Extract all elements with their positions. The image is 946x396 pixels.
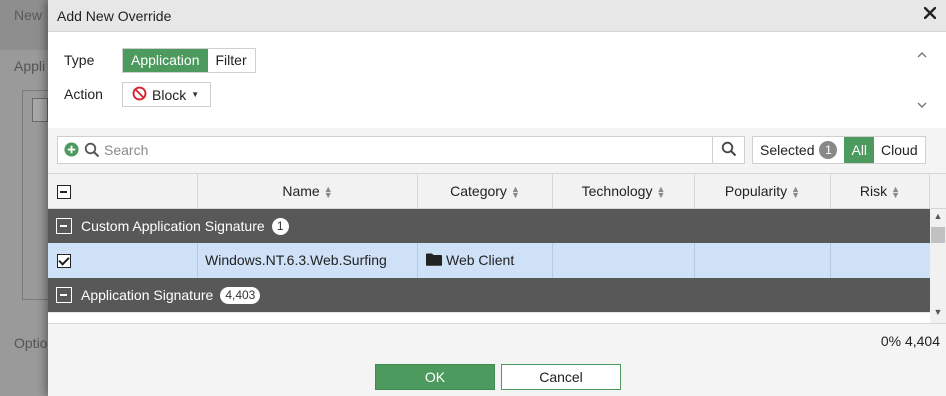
dialog-title: Add New Override — [57, 8, 172, 24]
collapse-icon[interactable] — [56, 218, 72, 234]
column-risk-label: Risk — [859, 183, 888, 199]
caret-down-icon: ▼ — [191, 90, 200, 99]
cell-risk — [831, 243, 930, 278]
action-dropdown[interactable]: Block ▼ — [122, 82, 211, 107]
sort-icon: ▲ ▼ — [323, 184, 333, 201]
dialog-header: Add New Override — [48, 0, 946, 32]
folder-icon — [426, 244, 442, 279]
application-grid: Name ▲ ▼ Category ▲ ▼ Technology ▲ ▼ Popularit… — [48, 173, 946, 323]
sort-icon: ▲ ▼ — [656, 184, 666, 201]
add-override-dialog: Add New Override Type Application Filter… — [48, 0, 946, 396]
background-section-label: Appli — [14, 58, 46, 74]
column-category-label: Category — [450, 183, 507, 199]
select-all-checkbox[interactable] — [57, 185, 71, 200]
cell-category: Web Client — [418, 243, 553, 278]
column-header-technology[interactable]: Technology ▲ ▼ — [553, 174, 695, 209]
collapse-icon[interactable] — [56, 287, 72, 303]
background-options-label: Optio — [14, 335, 48, 351]
add-circle-icon[interactable] — [64, 142, 79, 160]
pager-status: 0% 4,404 — [880, 333, 940, 349]
type-option-application[interactable]: Application — [123, 49, 208, 72]
search-icon — [721, 141, 737, 160]
sort-icon: ▲ ▼ — [510, 184, 520, 201]
search-box — [57, 136, 745, 164]
scroll-up-icon[interactable]: ▲ — [930, 211, 946, 225]
row-checkbox[interactable] — [57, 254, 71, 269]
selection-filter: Selected 1 All Cloud — [752, 136, 926, 164]
column-popularity-label: Popularity — [724, 183, 788, 199]
action-value: Block — [152, 86, 187, 103]
group-label: Custom Application Signature — [81, 218, 265, 234]
block-icon — [132, 86, 147, 104]
group-row-custom[interactable]: Custom Application Signature 1 — [48, 209, 930, 243]
table-row[interactable]: Windows.NT.6.3.Web.Surfing Web Client — [48, 243, 930, 278]
cell-technology — [553, 243, 695, 278]
filter-selected[interactable]: Selected 1 — [753, 137, 844, 163]
vertical-scrollbar[interactable]: ▲ ▼ — [930, 209, 946, 323]
group-count-badge: 1 — [271, 217, 289, 235]
column-header-name[interactable]: Name ▲ ▼ — [198, 174, 418, 209]
column-header-category[interactable]: Category ▲ ▼ — [418, 174, 553, 209]
filter-selected-label: Selected — [760, 142, 815, 158]
filter-all[interactable]: All — [844, 137, 875, 163]
dialog-footer: 0% 4,404 OK Cancel — [48, 323, 946, 396]
search-input[interactable] — [104, 140, 704, 160]
header-scroll-spacer — [930, 174, 946, 209]
override-form: Type Application Filter Action Block ▼ — [48, 32, 946, 128]
filter-cloud[interactable]: Cloud — [874, 137, 925, 163]
search-icon — [84, 142, 100, 161]
table-row-partial — [48, 312, 930, 323]
column-header-risk[interactable]: Risk ▲ ▼ — [831, 174, 930, 209]
background-add-button — [32, 98, 48, 122]
group-row-application[interactable]: Application Signature 4,403 — [48, 278, 930, 312]
ok-button[interactable]: OK — [375, 364, 495, 390]
chevron-down-icon[interactable] — [916, 98, 930, 112]
column-technology-label: Technology — [581, 183, 653, 199]
cell-popularity — [695, 243, 831, 278]
select-all-checkbox-cell[interactable] — [48, 174, 198, 209]
cell-name: Windows.NT.6.3.Web.Surfing — [198, 243, 418, 278]
sort-icon: ▲ ▼ — [891, 184, 901, 201]
search-toolbar: Selected 1 All Cloud — [48, 128, 946, 173]
type-toggle: Application Filter — [122, 48, 256, 73]
group-label: Application Signature — [81, 287, 214, 303]
group-count-badge: 4,403 — [220, 286, 261, 304]
scroll-down-icon[interactable]: ▼ — [930, 307, 946, 321]
background-title: New — [14, 7, 43, 23]
cell-category-label: Web Client — [446, 252, 515, 268]
close-icon[interactable] — [923, 6, 937, 24]
column-name-label: Name — [282, 183, 320, 199]
type-option-filter[interactable]: Filter — [208, 49, 255, 72]
search-button[interactable] — [712, 136, 745, 164]
scrollbar-thumb[interactable] — [931, 227, 945, 243]
row-checkbox-cell[interactable] — [48, 243, 198, 278]
action-label: Action — [64, 86, 103, 102]
cancel-button[interactable]: Cancel — [501, 364, 621, 390]
chevron-up-icon[interactable] — [916, 48, 930, 62]
selected-count-badge: 1 — [819, 141, 838, 159]
sort-icon: ▲ ▼ — [791, 184, 801, 201]
column-header-popularity[interactable]: Popularity ▲ ▼ — [695, 174, 831, 209]
type-label: Type — [64, 52, 95, 68]
table-header: Name ▲ ▼ Category ▲ ▼ Technology ▲ ▼ Popularit… — [48, 173, 946, 209]
